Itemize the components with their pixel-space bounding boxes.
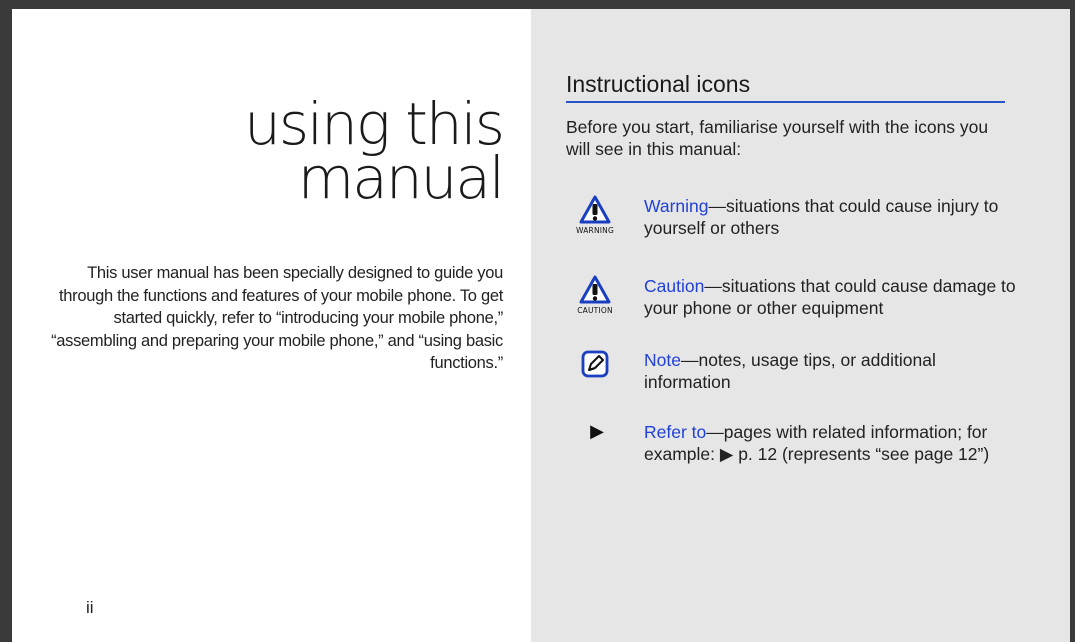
section-heading: Instructional icons: [566, 71, 1005, 103]
page-title: using this manual: [244, 90, 505, 212]
note-pencil-icon: [581, 350, 609, 378]
window-top-border: [0, 0, 1075, 9]
warning-triangle-icon: [579, 195, 611, 224]
icon-row-warning: WARNING Warning—situations that could ca…: [566, 195, 1016, 245]
refer-dash: —: [706, 422, 724, 442]
note-icon-block: [566, 349, 624, 379]
refer-description: Refer to—pages with related information;…: [644, 421, 1016, 465]
section-intro: Before you start, familiarise yourself w…: [566, 117, 989, 159]
caution-icon-caption: CAUTION: [577, 306, 613, 315]
right-page: Instructional icons Before you start, fa…: [531, 9, 1070, 642]
warning-term: Warning: [644, 196, 709, 216]
note-term: Note: [644, 350, 681, 370]
caution-term: Caution: [644, 276, 705, 296]
refer-icon-block: ▶: [566, 421, 624, 442]
page-title-line-2: manual: [297, 144, 505, 212]
page-number: ii: [86, 598, 94, 617]
arrow-right-icon: ▶: [590, 421, 604, 441]
caution-dash: —: [704, 276, 722, 296]
refer-term: Refer to: [644, 422, 707, 442]
warning-icon-caption: WARNING: [576, 226, 614, 235]
caution-icon-block: CAUTION: [566, 275, 624, 315]
page-title-line-1: using this: [244, 90, 505, 158]
icon-row-refer: ▶ Refer to—pages with related informatio…: [566, 421, 1016, 491]
window-left-border: [0, 0, 12, 642]
icon-row-caution: CAUTION Caution—situations that could ca…: [566, 275, 1016, 325]
left-page: using this manual This user manual has b…: [12, 9, 531, 642]
window-right-border: [1070, 0, 1075, 642]
note-description: Note—notes, usage tips, or additional in…: [644, 349, 1016, 393]
note-dash: —: [680, 350, 699, 370]
intro-paragraph: This user manual has been specially desi…: [51, 264, 503, 372]
warning-icon-block: WARNING: [566, 195, 624, 235]
caution-description: Caution—situations that could cause dama…: [644, 275, 1016, 319]
warning-description: Warning—situations that could cause inju…: [644, 195, 1016, 239]
warning-dash: —: [708, 196, 727, 216]
icon-row-note: Note—notes, usage tips, or additional in…: [566, 349, 1016, 399]
caution-triangle-icon: [579, 275, 611, 304]
